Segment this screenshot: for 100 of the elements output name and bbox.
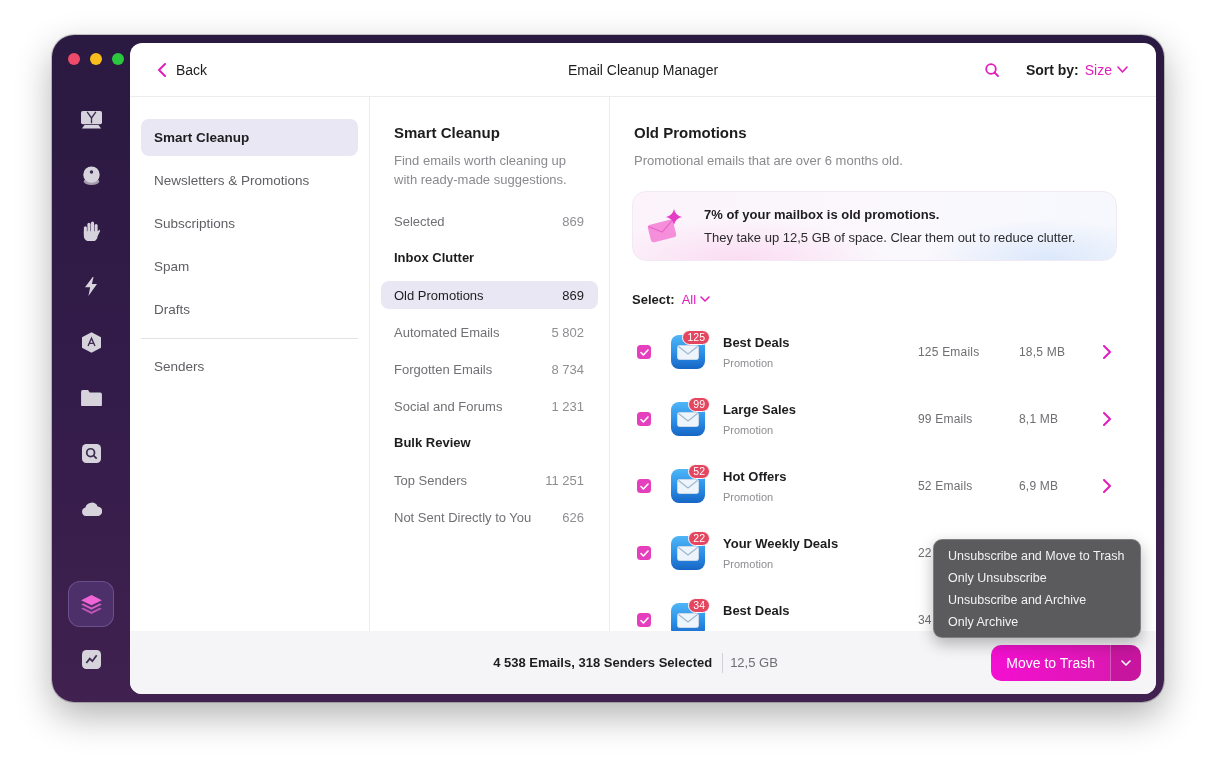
folder-icon	[80, 389, 102, 407]
move-to-trash-button[interactable]: Move to Trash	[991, 644, 1110, 681]
check-icon	[639, 348, 649, 356]
mail-icon	[671, 469, 705, 503]
checkbox[interactable]	[637, 479, 651, 493]
magnifier-icon	[81, 444, 101, 464]
category-item[interactable]: Senders	[141, 348, 358, 385]
hand-icon	[82, 220, 100, 242]
check-icon	[639, 549, 649, 557]
banner-headline: 7% of your mailbox is old promotions.	[704, 206, 940, 224]
chevron-right-icon[interactable]	[1103, 345, 1111, 359]
checkbox[interactable]	[637, 412, 651, 426]
lightning-icon	[85, 277, 97, 297]
sort-dropdown[interactable]: Size	[1084, 61, 1128, 78]
hexagon-icon	[81, 331, 101, 353]
banner-text: They take up 12,5 GB of space. Clear them out to reduce clutter.	[704, 229, 1076, 247]
layers-icon	[80, 594, 102, 614]
count-badge: 34	[688, 598, 710, 613]
mail-icon	[671, 402, 705, 436]
suggestion-item[interactable]: Selected 869	[381, 207, 598, 235]
mail-icon	[671, 536, 705, 570]
search-button[interactable]	[984, 62, 999, 77]
item-count: 869	[562, 287, 584, 303]
item-count: 1 231	[551, 398, 584, 414]
chevron-down-icon	[1117, 66, 1128, 73]
suggestion-item[interactable]: Social and Forums 1 231	[381, 392, 598, 420]
suggestion-item[interactable]: Automated Emails 5 802	[381, 318, 598, 346]
chart-icon	[81, 649, 101, 669]
count-badge: 125	[682, 330, 710, 345]
window-title: Email Cleanup Manager	[567, 61, 719, 78]
count-badge: 99	[688, 397, 710, 412]
count-badge: 52	[688, 464, 710, 479]
sender-name: Best Deals	[723, 334, 790, 351]
selection-summary: 4 538 Emails, 318 Senders Selected	[493, 655, 713, 670]
mailbox-size: 6,9 MB	[1019, 479, 1059, 493]
select-label: Select:	[632, 291, 675, 307]
sender-category: Promotion	[723, 490, 774, 504]
sender-category: Promotion	[723, 557, 774, 571]
mailbox-size: 8,1 MB	[1019, 412, 1059, 426]
search-icon	[984, 62, 999, 77]
group-header: Inbox Clutter	[394, 249, 475, 267]
menu-item[interactable]: Only Unsubscribe	[934, 566, 1140, 589]
chevron-right-icon[interactable]	[1103, 412, 1111, 426]
mailbox-size: 18,5 MB	[1019, 345, 1066, 359]
checkbox[interactable]	[637, 613, 651, 627]
section-title: Smart Cleanup	[394, 124, 500, 142]
section-description: Find emails worth cleaning up with ready-made suggestions.	[394, 152, 568, 189]
category-item[interactable]: Subscriptions	[141, 205, 358, 242]
chevron-down-icon	[700, 296, 711, 302]
suggestion-item[interactable]: Forgotten Emails 8 734	[381, 355, 598, 383]
chevron-down-icon	[1121, 659, 1131, 666]
item-count: 626	[562, 509, 584, 525]
sender-category: Promotion	[723, 423, 774, 437]
suggestion-item[interactable]: Old Promotions 869	[381, 281, 598, 309]
check-icon	[639, 616, 649, 624]
envelope-sparkle-icon	[647, 208, 683, 244]
email-count: 99 Emails	[918, 412, 973, 426]
select-dropdown[interactable]: All	[681, 291, 711, 307]
detail-description: Promotional emails that are over 6 months old.	[634, 152, 903, 170]
category-item[interactable]: Drafts	[141, 291, 358, 328]
cloud-icon	[80, 502, 102, 517]
sender-name: Your Weekly Deals	[723, 535, 839, 552]
suggestion-item[interactable]: Not Sent Directly to You 626	[381, 503, 598, 531]
menu-item[interactable]: Only Archive	[934, 610, 1140, 633]
checkbox[interactable]	[637, 546, 651, 560]
chevron-right-icon[interactable]	[1103, 479, 1111, 493]
checkbox[interactable]	[637, 345, 651, 359]
item-count: 8 734	[551, 361, 584, 377]
zoom-button[interactable]	[112, 53, 124, 65]
suggestion-item[interactable]: Top Senders 11 251	[381, 466, 598, 494]
menu-item[interactable]: Unsubscribe and Archive	[934, 588, 1140, 611]
email-count: 52 Emails	[918, 479, 973, 493]
orb-icon	[81, 166, 101, 186]
more-options-button[interactable]	[1110, 644, 1141, 681]
menu-item[interactable]: Unsubscribe and Move to Trash	[934, 544, 1140, 567]
category-item[interactable]: Spam	[141, 248, 358, 285]
check-icon	[639, 415, 649, 423]
sender-name: Hot Offers	[723, 468, 787, 485]
check-icon	[639, 482, 649, 490]
category-item[interactable]: Smart Cleanup	[141, 119, 358, 156]
sender-category: Promotion	[723, 356, 774, 370]
group-header: Bulk Review	[394, 434, 471, 452]
detail-title: Old Promotions	[634, 124, 747, 142]
item-count: 5 802	[551, 324, 584, 340]
back-button[interactable]: Back	[158, 61, 208, 78]
item-count: 11 251	[545, 472, 584, 488]
count-badge: 22	[688, 531, 710, 546]
sort-label: Sort by:	[1025, 61, 1079, 78]
monitor-icon	[80, 111, 102, 129]
email-count: 125 Emails	[918, 345, 980, 359]
item-count: 869	[562, 213, 584, 229]
email-count: 22	[918, 546, 932, 560]
sidebar-nav-button[interactable]	[68, 581, 114, 627]
close-button[interactable]	[68, 53, 80, 65]
category-item[interactable]: Newsletters & Promotions	[141, 162, 358, 199]
sender-name: Best Deals	[723, 602, 790, 619]
minimize-button[interactable]	[90, 53, 102, 65]
email-count: 34	[918, 613, 932, 627]
chevron-left-icon	[158, 62, 166, 77]
selection-size: 12,5 GB	[730, 655, 778, 670]
